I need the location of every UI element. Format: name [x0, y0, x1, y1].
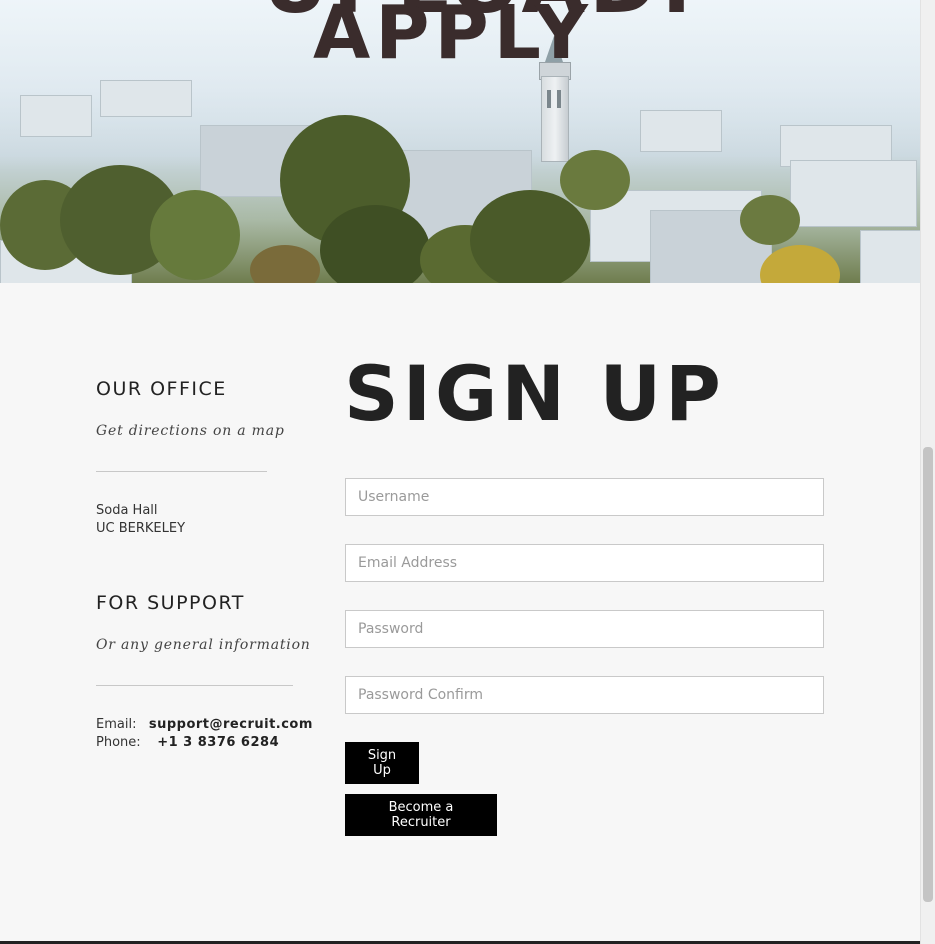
- office-divider: [96, 471, 267, 472]
- hero-tree: [760, 245, 840, 283]
- tower-window: [547, 90, 551, 108]
- password-input[interactable]: [345, 610, 824, 648]
- support-subheading: Or any general information: [96, 637, 311, 653]
- signup-button[interactable]: Sign Up: [345, 742, 419, 784]
- email-row: Email: support@recruit.com: [96, 716, 313, 734]
- support-divider: [96, 685, 293, 686]
- become-recruiter-button[interactable]: Become a Recruiter: [345, 794, 497, 836]
- hero-building: [860, 230, 920, 283]
- directions-link[interactable]: Get directions on a map: [96, 423, 285, 439]
- phone-value[interactable]: +1 3 8376 6284: [157, 735, 279, 750]
- hero-building: [790, 160, 917, 227]
- password-confirm-input[interactable]: [345, 676, 824, 714]
- hero-banner: UPLOAD. APPLY: [0, 0, 920, 283]
- hero-tree: [150, 190, 240, 280]
- campanile-tower: [541, 76, 569, 162]
- hero-building: [20, 95, 92, 137]
- support-heading: FOR SUPPORT: [96, 592, 245, 614]
- tower-window: [557, 90, 561, 108]
- email-label: Email:: [96, 717, 137, 732]
- email-input[interactable]: [345, 544, 824, 582]
- signup-title: SIGN UP: [344, 349, 725, 438]
- hero-headline-apply: APPLY: [313, 0, 593, 76]
- office-heading: OUR OFFICE: [96, 378, 227, 400]
- hero-building: [100, 80, 192, 117]
- email-value[interactable]: support@recruit.com: [149, 717, 313, 732]
- hero-building: [640, 110, 722, 152]
- phone-row: Phone: +1 3 8376 6284: [96, 734, 279, 752]
- hero-tree: [470, 190, 590, 283]
- phone-label: Phone:: [96, 735, 141, 750]
- hero-tree: [250, 245, 320, 283]
- address-line-2: UC BERKELEY: [96, 521, 186, 536]
- address-line-1: Soda Hall: [96, 503, 158, 518]
- hero-tree: [740, 195, 800, 245]
- username-input[interactable]: [345, 478, 824, 516]
- scrollbar-thumb[interactable]: [923, 447, 933, 902]
- hero-tree: [560, 150, 630, 210]
- page-scrollbar[interactable]: [920, 0, 935, 944]
